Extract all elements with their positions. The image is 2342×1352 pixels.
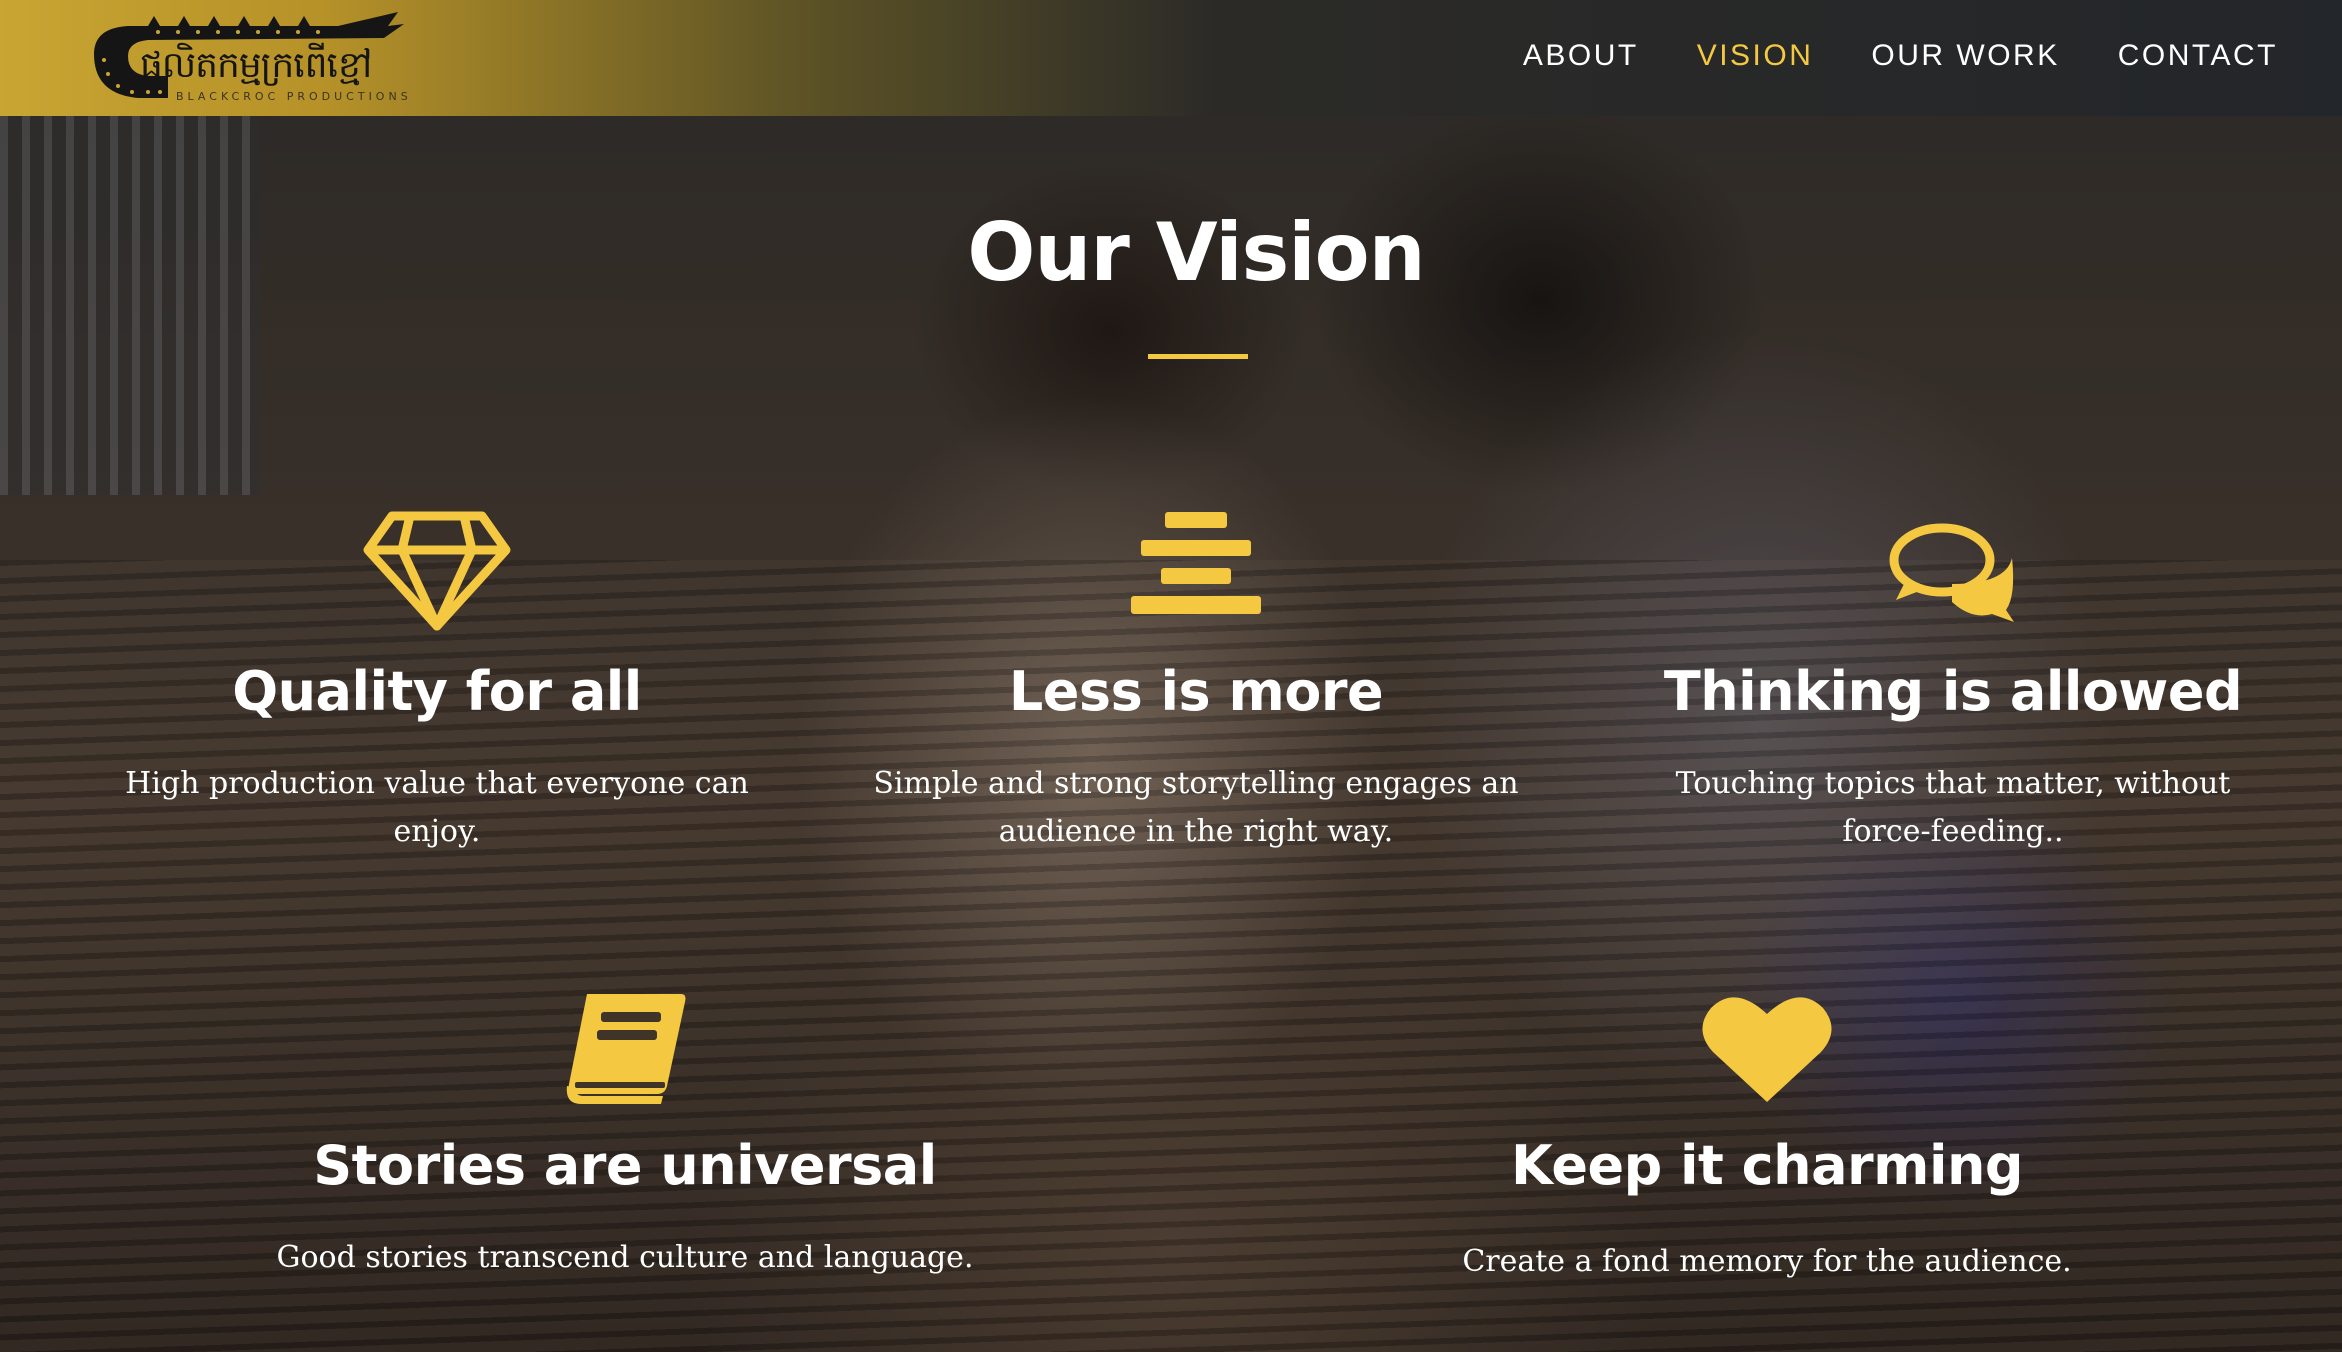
nav-our-work[interactable]: OUR WORK [1871, 39, 2059, 73]
logo-khmer-text: ផលិតកម្មក្រពើខ្មៅ [140, 45, 372, 86]
align-center-icon [1131, 512, 1261, 614]
heart-icon [1702, 997, 1832, 1102]
main-nav: ABOUT VISION OUR WORK CONTACT [1465, 0, 2278, 112]
feature-text: High production value that everyone can … [125, 766, 749, 849]
nav-about[interactable]: ABOUT [1523, 39, 1639, 73]
feature-title: Keep it charming [1510, 1134, 2024, 1197]
feature-text: Good stories transcend culture and langu… [276, 1240, 974, 1275]
feature-title: Thinking is allowed [1663, 660, 2243, 723]
comments-icon [1889, 523, 2014, 622]
feature-thinking: Thinking is allowed Touching topics that… [1628, 510, 2278, 870]
feature-stories: Stories are universal Good stories trans… [260, 994, 990, 1294]
nav-vision[interactable]: VISION [1697, 39, 1814, 73]
feature-text: Simple and strong storytelling engages a… [873, 766, 1519, 849]
title-underline [1148, 354, 1248, 359]
section-title: Our Vision [967, 206, 1425, 299]
nav-contact[interactable]: CONTACT [2118, 39, 2278, 73]
feature-charming: Keep it charming Create a fond memory fo… [1432, 994, 2102, 1294]
feature-text: Touching topics that matter, without for… [1675, 766, 2231, 849]
feature-text: Create a fond memory for the audience. [1462, 1244, 2072, 1279]
site-logo[interactable]: ផលិតកម្មក្រពើខ្មៅ BLACKCROC PRODUCTIONS [88, 8, 408, 108]
vision-page: ផលិតកម្មក្រពើខ្មៅ BLACKCROC PRODUCTIONS … [0, 0, 2342, 1352]
logo-subtext: BLACKCROC PRODUCTIONS [176, 90, 412, 103]
book-icon [566, 994, 686, 1104]
site-header: ផលិតកម្មក្រពើខ្មៅ BLACKCROC PRODUCTIONS … [0, 0, 2342, 116]
diamond-icon [363, 511, 511, 631]
